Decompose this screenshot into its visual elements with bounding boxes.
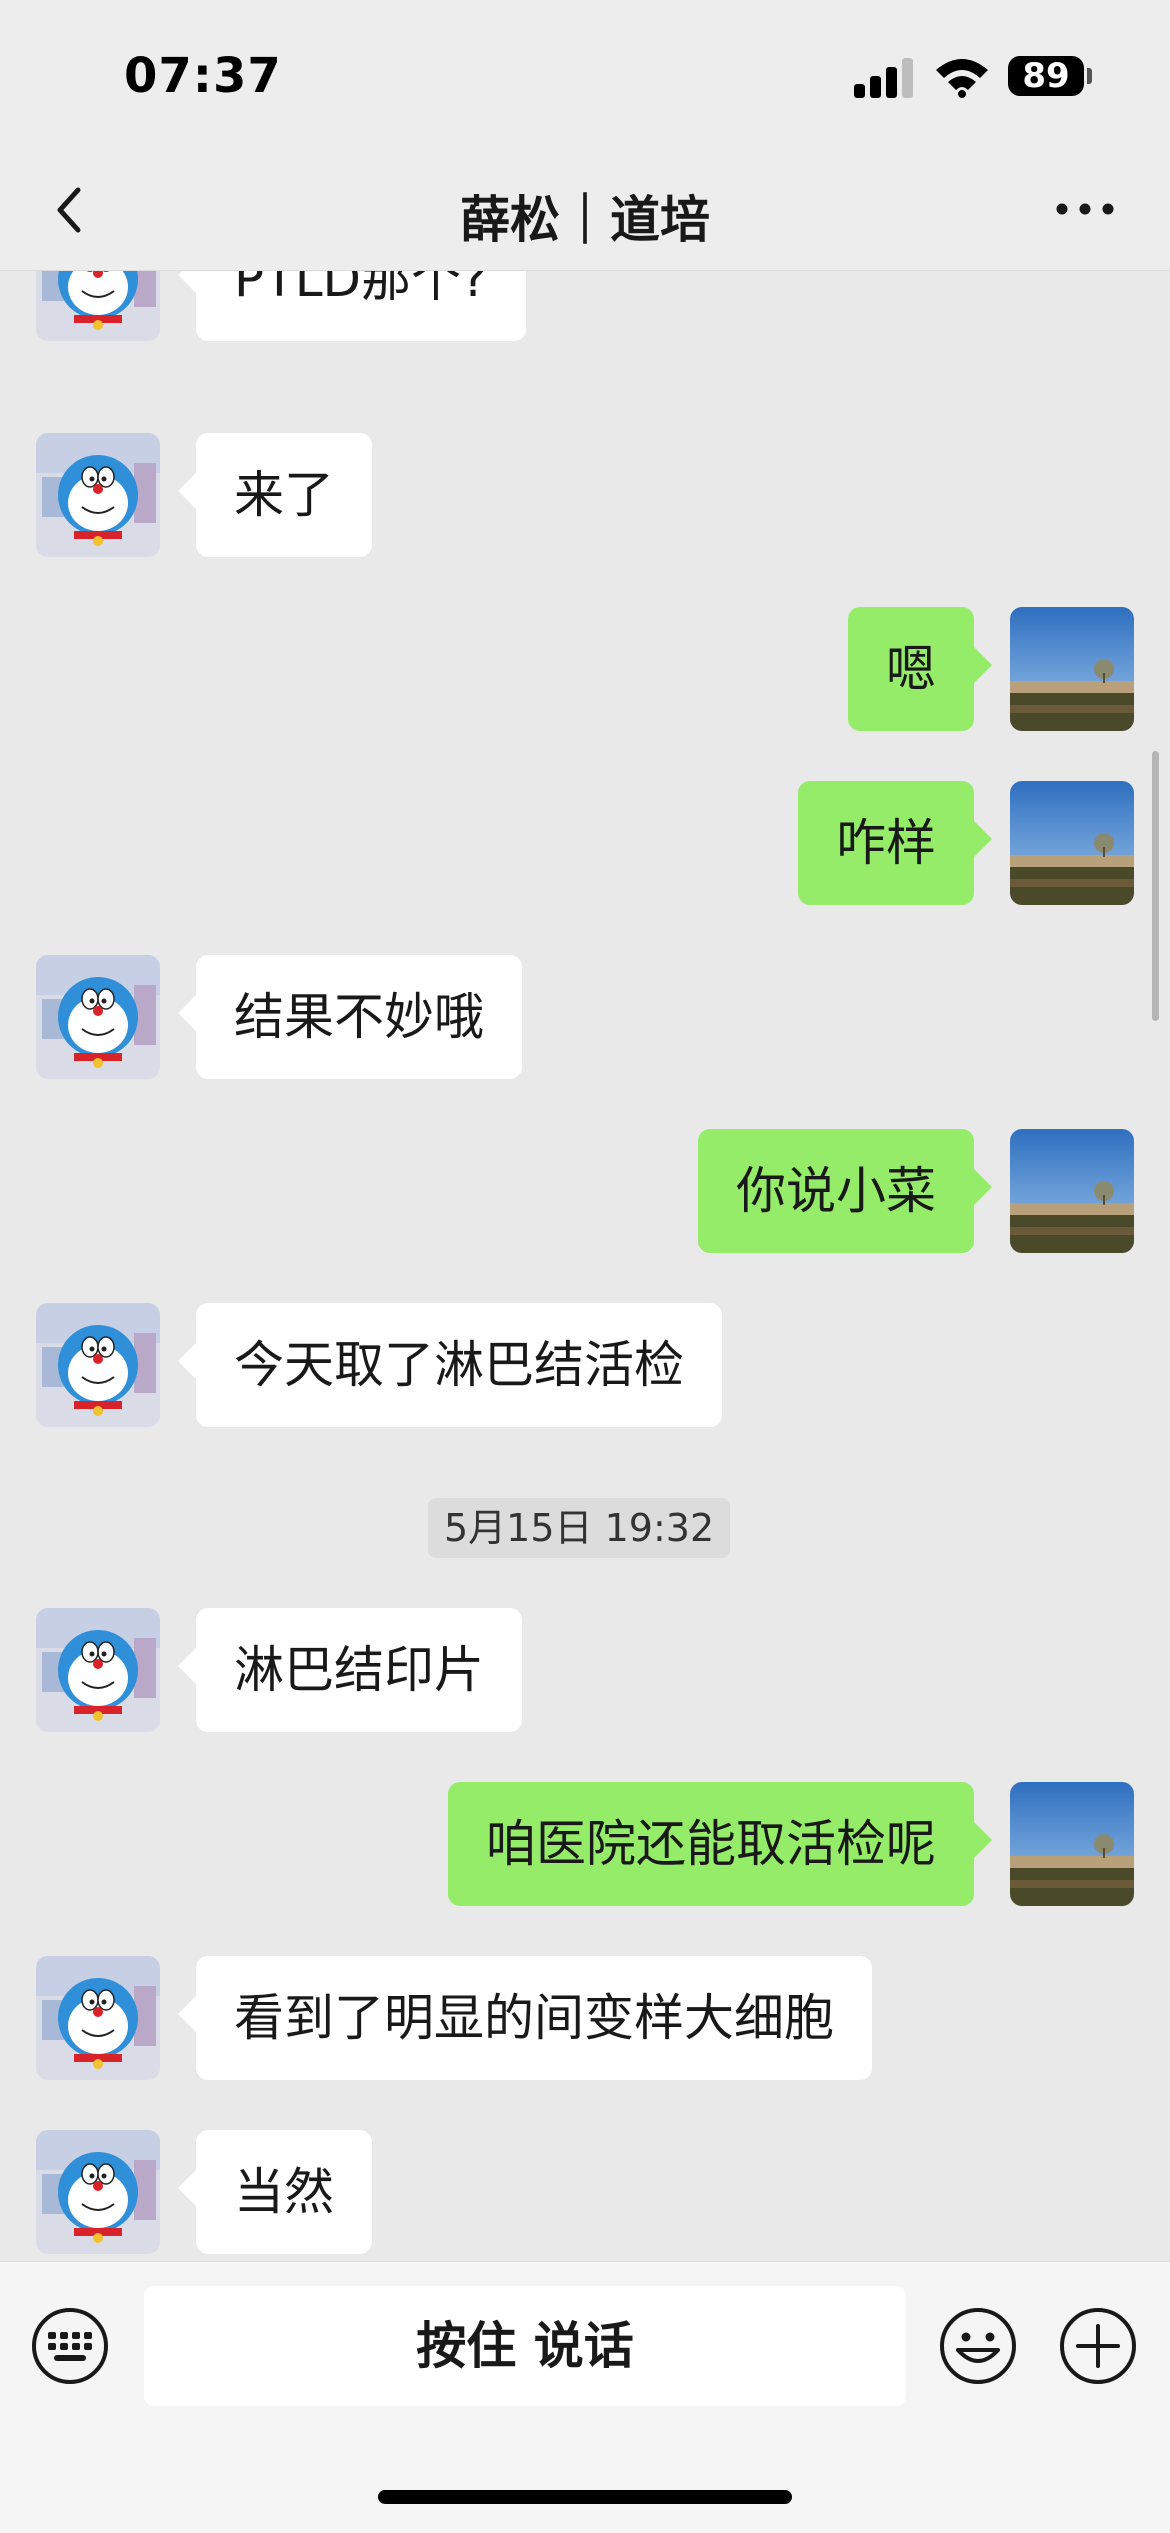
chat-area[interactable]: PTLD那个? 来了嗯咋样结果不妙哦你说小菜今天取了淋巴结活检 淋巴结印片咱医院还能… xyxy=(0,271,1170,2261)
wifi-icon xyxy=(936,59,988,98)
more-dots-icon[interactable] xyxy=(1052,184,1118,234)
emoji-icon[interactable] xyxy=(938,2306,1018,2386)
contact-avatar[interactable] xyxy=(36,1608,160,1732)
message-bubble[interactable]: PTLD那个? xyxy=(178,271,526,341)
contact-avatar[interactable] xyxy=(36,433,160,557)
outgoing-message: 咋样 xyxy=(0,781,1170,905)
landscape-avatar-image xyxy=(1010,781,1134,905)
message-bubble[interactable]: 嗯 xyxy=(848,607,992,731)
scrollbar[interactable] xyxy=(1152,751,1159,1021)
contact-avatar[interactable] xyxy=(36,2130,160,2254)
outgoing-message: 嗯 xyxy=(0,607,1170,731)
keyboard-icon[interactable] xyxy=(30,2306,110,2386)
doraemon-avatar-image xyxy=(36,433,160,557)
contact-avatar[interactable] xyxy=(36,271,160,341)
message-bubble[interactable]: 今天取了淋巴结活检 xyxy=(178,1303,722,1427)
incoming-message: PTLD那个? xyxy=(0,271,1170,341)
message-bubble[interactable]: 淋巴结印片 xyxy=(178,1608,522,1732)
message-bubble[interactable]: 咱医院还能取活检呢 xyxy=(448,1782,992,1906)
doraemon-avatar-image xyxy=(36,955,160,1079)
battery-cap xyxy=(1087,68,1092,84)
message-bubble[interactable]: 当然 xyxy=(178,2130,372,2254)
incoming-message: 结果不妙哦 xyxy=(0,955,1170,1079)
incoming-message: 淋巴结印片 xyxy=(0,1608,1170,1732)
doraemon-avatar-image xyxy=(36,1608,160,1732)
landscape-avatar-image xyxy=(1010,1782,1134,1906)
outgoing-message: 咱医院还能取活检呢 xyxy=(0,1782,1170,1906)
my-avatar[interactable] xyxy=(1010,1129,1134,1253)
chat-title: 薛松｜道培 xyxy=(460,191,710,249)
message-bubble[interactable]: 你说小菜 xyxy=(698,1129,992,1253)
landscape-avatar-image xyxy=(1010,607,1134,731)
incoming-message: 看到了明显的间变样大细胞 xyxy=(0,1956,1170,2080)
contact-avatar[interactable] xyxy=(36,1956,160,2080)
home-indicator[interactable] xyxy=(378,2490,792,2504)
status-time: 07:37 xyxy=(124,48,282,104)
hold-to-talk-button[interactable]: 按住 说话 xyxy=(144,2286,906,2406)
landscape-avatar-image xyxy=(1010,1129,1134,1253)
incoming-message: 当然 xyxy=(0,2130,1170,2254)
message-bubble[interactable]: 咋样 xyxy=(798,781,992,905)
message-timestamp: 5月15日 19:32 xyxy=(428,1498,731,1558)
my-avatar[interactable] xyxy=(1010,607,1134,731)
doraemon-avatar-image xyxy=(36,271,160,341)
outgoing-message: 你说小菜 xyxy=(0,1129,1170,1253)
contact-avatar[interactable] xyxy=(36,1303,160,1427)
doraemon-avatar-image xyxy=(36,1956,160,2080)
my-avatar[interactable] xyxy=(1010,781,1134,905)
message-bubble[interactable]: 结果不妙哦 xyxy=(178,955,522,1079)
doraemon-avatar-image xyxy=(36,2130,160,2254)
my-avatar[interactable] xyxy=(1010,1782,1134,1906)
battery-icon: 89 xyxy=(1008,56,1084,96)
incoming-message: 来了 xyxy=(0,433,1170,557)
plus-icon[interactable] xyxy=(1058,2306,1138,2386)
nav-bar: 薛松｜道培 xyxy=(0,150,1170,271)
status-bar: 07:37 89 xyxy=(0,0,1170,150)
doraemon-avatar-image xyxy=(36,1303,160,1427)
incoming-message: 今天取了淋巴结活检 xyxy=(0,1303,1170,1427)
message-bubble[interactable]: 来了 xyxy=(178,433,372,557)
message-bubble[interactable]: 看到了明显的间变样大细胞 xyxy=(178,1956,872,2080)
contact-avatar[interactable] xyxy=(36,955,160,1079)
cellular-signal-icon xyxy=(854,58,914,98)
